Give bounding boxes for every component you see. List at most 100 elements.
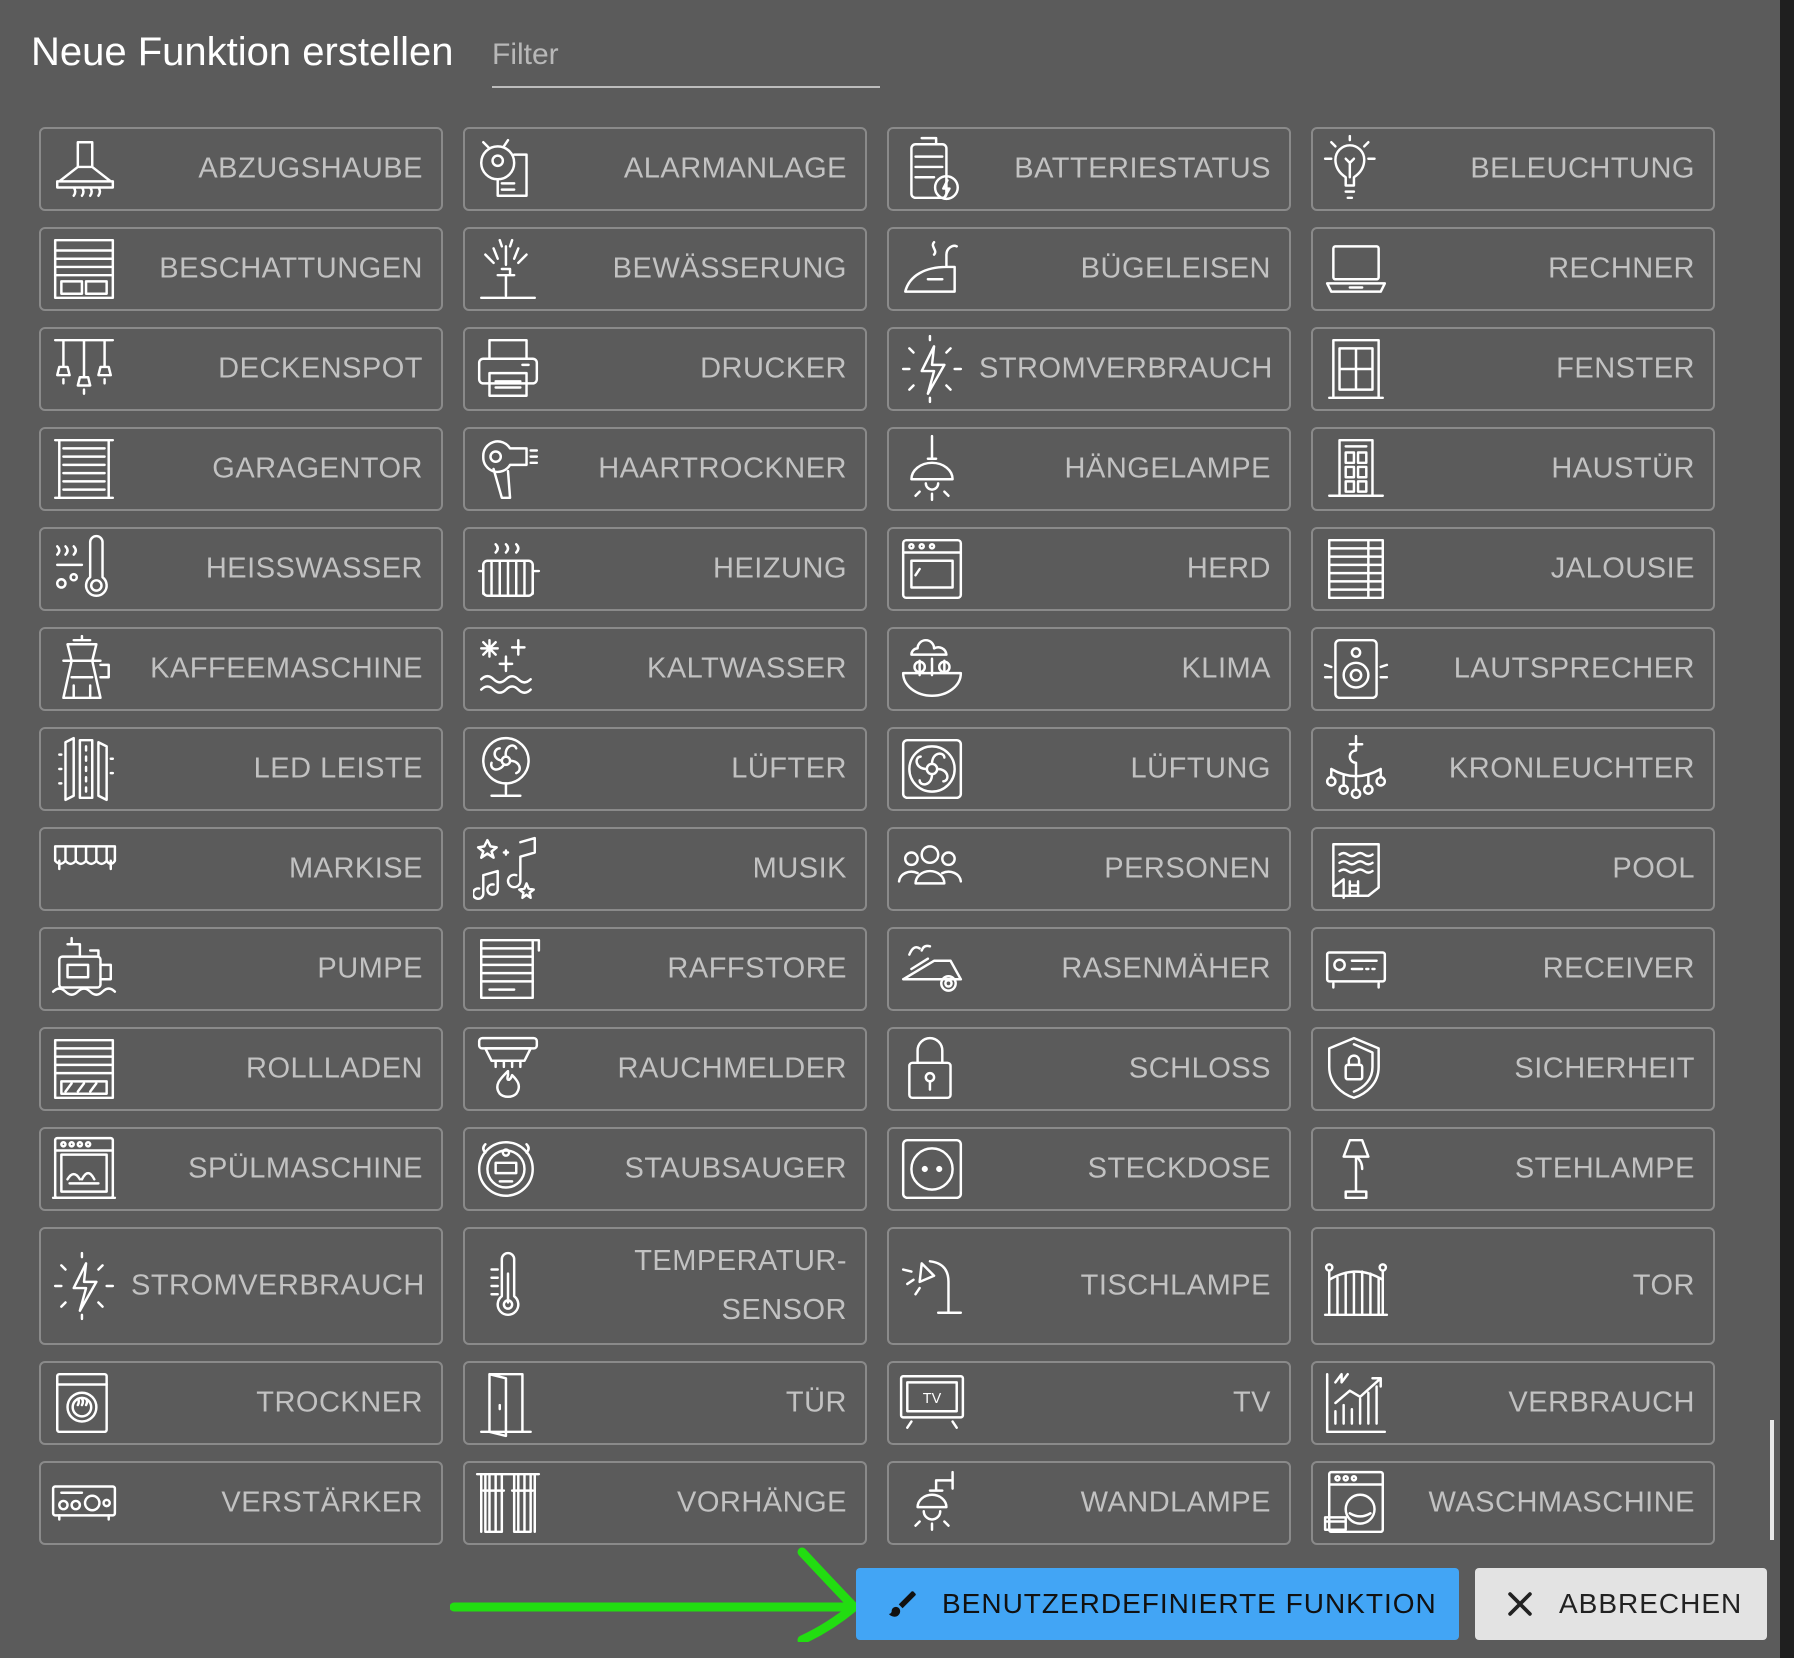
- function-tile-label: FENSTER: [1556, 352, 1695, 385]
- function-tile-label: DECKENSPOT: [218, 352, 423, 385]
- function-tile[interactable]: STEHLAMPE: [1311, 1127, 1715, 1211]
- cancel-label: ABBRECHEN: [1559, 1588, 1743, 1619]
- function-tile[interactable]: TV TV: [887, 1361, 1291, 1445]
- function-tile-label: HEIZUNG: [713, 552, 847, 585]
- lock-icon: [897, 1034, 967, 1104]
- function-tile[interactable]: LAUTSPRECHER: [1311, 627, 1715, 711]
- filter-field[interactable]: [492, 30, 880, 88]
- function-tile[interactable]: WANDLAMPE: [887, 1461, 1291, 1545]
- function-tile[interactable]: VERBRAUCH: [1311, 1361, 1715, 1445]
- function-tile[interactable]: BESCHATTUNGEN: [39, 227, 443, 311]
- function-tile-label: WANDLAMPE: [1080, 1486, 1271, 1519]
- function-tile-label: HAUSTÜR: [1551, 452, 1695, 485]
- dialog-title: Neue Funktion erstellen: [31, 30, 454, 74]
- function-tile[interactable]: PUMPE: [39, 927, 443, 1011]
- function-tile[interactable]: LÜFTUNG: [887, 727, 1291, 811]
- function-tile[interactable]: FENSTER: [1311, 327, 1715, 411]
- function-tile[interactable]: PERSONEN: [887, 827, 1291, 911]
- function-tile[interactable]: RAUCHMELDER: [463, 1027, 867, 1111]
- function-tile-label: BEWÄSSERUNG: [612, 252, 847, 285]
- function-tile[interactable]: HAARTROCKNER: [463, 427, 867, 511]
- function-tile[interactable]: SCHLOSS: [887, 1027, 1291, 1111]
- function-tile[interactable]: HAUSTÜR: [1311, 427, 1715, 511]
- function-tile[interactable]: ABZUGSHAUBE: [39, 127, 443, 211]
- custom-function-button[interactable]: BENUTZERDEFINIERTE FUNKTION: [856, 1568, 1459, 1640]
- svg-text:TV: TV: [923, 1391, 942, 1407]
- function-tile-label: TV: [1232, 1386, 1271, 1419]
- light-bulb-icon: [1321, 134, 1391, 204]
- function-tile[interactable]: RASENMÄHER: [887, 927, 1291, 1011]
- function-tile-label: HAARTROCKNER: [598, 452, 847, 485]
- function-tile[interactable]: KALTWASSER: [463, 627, 867, 711]
- function-tile-label: VERSTÄRKER: [221, 1486, 423, 1519]
- function-tile-label: PERSONEN: [1104, 852, 1271, 885]
- gate-icon: [1321, 1251, 1391, 1321]
- cancel-button[interactable]: ABBRECHEN: [1475, 1568, 1767, 1640]
- battery-status-icon: [897, 134, 967, 204]
- speaker-icon: [1321, 634, 1391, 704]
- pendant-lamp-icon: [897, 434, 967, 504]
- function-tile[interactable]: BÜGELEISEN: [887, 227, 1291, 311]
- function-tile[interactable]: KRONLEUCHTER: [1311, 727, 1715, 811]
- function-tile[interactable]: ALARMANLAGE: [463, 127, 867, 211]
- function-tile[interactable]: KAFFEEMASCHINE: [39, 627, 443, 711]
- socket-icon: [897, 1134, 967, 1204]
- thermometer-icon: [473, 1251, 543, 1321]
- scrollbar-thumb[interactable]: [1770, 1420, 1774, 1540]
- function-tile[interactable]: STAUBSAUGER: [463, 1127, 867, 1211]
- function-tile[interactable]: LÜFTER: [463, 727, 867, 811]
- function-tile[interactable]: ROLLLADEN: [39, 1027, 443, 1111]
- ceiling-spot-icon: [49, 334, 119, 404]
- function-tile[interactable]: RAFFSTORE: [463, 927, 867, 1011]
- function-tile[interactable]: WASCHMASCHINE: [1311, 1461, 1715, 1545]
- function-tile[interactable]: TEMPERATUR- SENSOR: [463, 1227, 867, 1345]
- fan-icon: [473, 734, 543, 804]
- function-tile-label: LÜFTUNG: [1130, 752, 1271, 785]
- function-tile[interactable]: DRUCKER: [463, 327, 867, 411]
- function-tile[interactable]: VERSTÄRKER: [39, 1461, 443, 1545]
- function-tile[interactable]: STROMVERBRAUCH: [39, 1227, 443, 1345]
- function-tile[interactable]: MARKISE: [39, 827, 443, 911]
- function-tile[interactable]: SPÜLMASCHINE: [39, 1127, 443, 1211]
- function-tile[interactable]: KLIMA: [887, 627, 1291, 711]
- function-tile[interactable]: MUSIK: [463, 827, 867, 911]
- filter-input[interactable]: [492, 30, 880, 80]
- wall-lamp-icon: [897, 1468, 967, 1538]
- function-tile[interactable]: TISCHLAMPE: [887, 1227, 1291, 1345]
- hot-water-icon: [49, 534, 119, 604]
- cold-water-icon: [473, 634, 543, 704]
- function-tile[interactable]: POOL: [1311, 827, 1715, 911]
- create-function-dialog: Neue Funktion erstellen ABZUGSHAUBE ALARM…: [0, 0, 1780, 1658]
- function-tile[interactable]: BELEUCHTUNG: [1311, 127, 1715, 211]
- function-tile-label: DRUCKER: [700, 352, 847, 385]
- custom-function-label: BENUTZERDEFINIERTE FUNKTION: [942, 1588, 1437, 1619]
- function-tile[interactable]: JALOUSIE: [1311, 527, 1715, 611]
- function-tile[interactable]: HERD: [887, 527, 1291, 611]
- function-tile-label: RASENMÄHER: [1061, 952, 1271, 985]
- function-tile[interactable]: DECKENSPOT: [39, 327, 443, 411]
- blinds-icon: [1321, 534, 1391, 604]
- function-tile[interactable]: HEISSWASSER: [39, 527, 443, 611]
- function-tile[interactable]: RECEIVER: [1311, 927, 1715, 1011]
- raffstore-icon: [473, 934, 543, 1004]
- shading-icon: [49, 234, 119, 304]
- function-tile[interactable]: STECKDOSE: [887, 1127, 1291, 1211]
- function-tile[interactable]: HEIZUNG: [463, 527, 867, 611]
- function-tile[interactable]: LED LEISTE: [39, 727, 443, 811]
- function-tile[interactable]: RECHNER: [1311, 227, 1715, 311]
- function-tile[interactable]: GARAGENTOR: [39, 427, 443, 511]
- function-tile[interactable]: TÜR: [463, 1361, 867, 1445]
- function-tile[interactable]: SICHERHEIT: [1311, 1027, 1715, 1111]
- desk-lamp-icon: [897, 1251, 967, 1321]
- function-tile[interactable]: TROCKNER: [39, 1361, 443, 1445]
- function-tile-label: TOR: [1632, 1269, 1695, 1302]
- function-tile[interactable]: BATTERIESTATUS: [887, 127, 1291, 211]
- function-tile[interactable]: STROMVERBRAUCH: [887, 327, 1291, 411]
- function-tile[interactable]: TOR: [1311, 1227, 1715, 1345]
- window-icon: [1321, 334, 1391, 404]
- security-shield-icon: [1321, 1034, 1391, 1104]
- function-tile[interactable]: BEWÄSSERUNG: [463, 227, 867, 311]
- dryer-icon: [49, 1368, 119, 1438]
- function-tile[interactable]: HÄNGELAMPE: [887, 427, 1291, 511]
- function-tile-label: TISCHLAMPE: [1080, 1269, 1271, 1302]
